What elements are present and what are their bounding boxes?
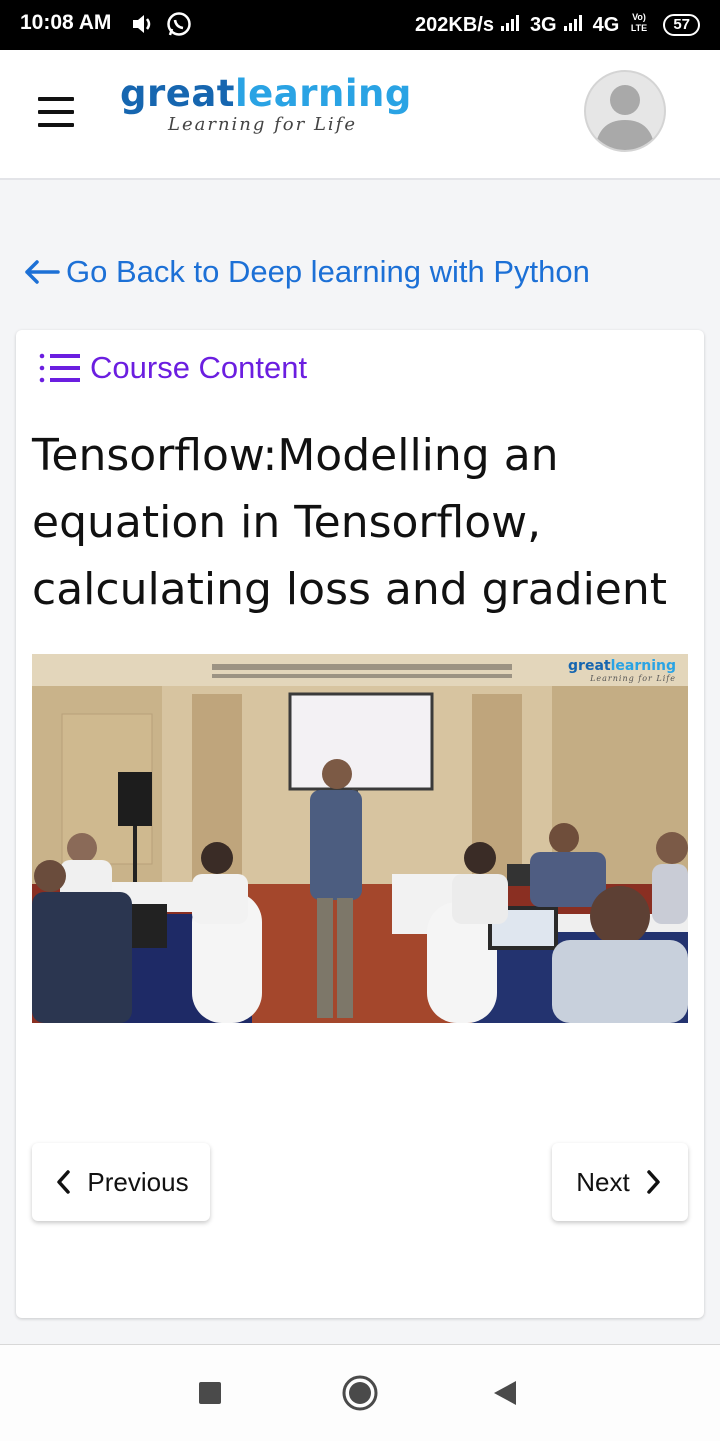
whatsapp-icon [165, 10, 193, 43]
signal-icon [500, 12, 524, 38]
svg-text:LTE: LTE [631, 23, 647, 33]
previous-button[interactable]: Previous [32, 1143, 210, 1221]
logo-text-learning: learning [234, 72, 412, 115]
app-header: greatlearning Learning for Life [0, 50, 720, 180]
logo-text-great: great [120, 72, 235, 115]
course-content-label: Course Content [90, 350, 308, 385]
svg-text:Vo): Vo) [632, 12, 646, 22]
watermark-tagline: Learning for Life [590, 674, 676, 683]
chevron-left-icon [57, 1170, 71, 1194]
previous-label: Previous [87, 1166, 189, 1197]
back-link-label: Go Back to Deep learning with Python [66, 254, 590, 289]
battery-icon: 57 [663, 14, 700, 36]
logo-tagline: Learning for Life [168, 114, 357, 135]
system-nav-bar [0, 1344, 720, 1441]
arrow-left-icon [25, 260, 60, 284]
network-4g: 4G [592, 13, 620, 36]
chevron-right-icon [646, 1170, 660, 1194]
lesson-title: Tensorflow:Modelling an equation in Tens… [32, 430, 668, 615]
signal-icon [563, 12, 587, 38]
back-triangle-icon[interactable] [492, 1379, 518, 1412]
next-label: Next [576, 1166, 630, 1197]
network-3g: 3G [529, 13, 557, 36]
volume-icon [130, 10, 156, 43]
watermark-great: great [568, 658, 611, 674]
lesson-card: Course Content Tensorflow:Modelling an e… [16, 330, 704, 1318]
back-to-course-link[interactable]: Go Back to Deep learning with Python [22, 254, 590, 290]
network-speed: 202KB/s [415, 13, 494, 36]
classroom-scene-image [32, 654, 688, 1023]
greatlearning-logo[interactable]: greatlearning Learning for Life [120, 72, 412, 134]
list-icon [39, 353, 80, 383]
volte-icon: Vo) LTE [625, 11, 653, 39]
course-content-button[interactable]: Course Content [38, 350, 307, 386]
status-bar: 10:08 AM 202KB/s 3G 4G Vo) LTE 57 [0, 0, 720, 50]
video-watermark: greatlearning Learning for Life [568, 658, 676, 683]
status-time: 10:08 AM [20, 11, 112, 34]
home-circle-icon[interactable] [341, 1374, 379, 1417]
video-thumbnail[interactable]: greatlearning Learning for Life [32, 654, 688, 1023]
avatar[interactable] [584, 70, 666, 152]
next-button[interactable]: Next [552, 1143, 688, 1221]
watermark-learning: learning [610, 658, 676, 674]
user-silhouette-icon [595, 85, 655, 150]
recents-square-icon[interactable] [198, 1381, 222, 1410]
hamburger-menu-icon[interactable] [38, 97, 74, 127]
